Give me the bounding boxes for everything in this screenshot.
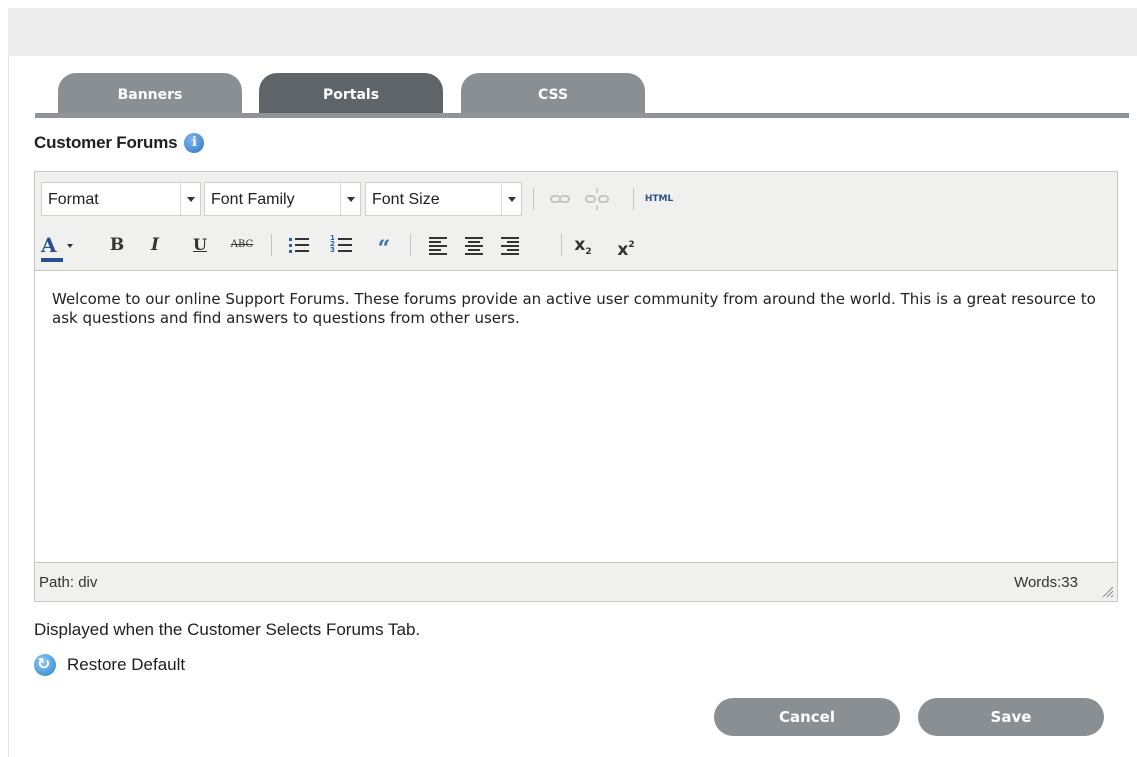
format-select[interactable]: Format xyxy=(41,182,201,216)
font-family-select-value: Font Family xyxy=(211,191,295,208)
superscript-button[interactable]: x2 xyxy=(615,232,637,260)
toolbar-separator xyxy=(533,188,534,210)
html-label: HTML xyxy=(644,194,674,204)
subscript-button[interactable]: x2 xyxy=(572,232,594,258)
editor-content-area[interactable]: Welcome to our online Support Forums. Th… xyxy=(35,272,1117,562)
bold-icon: B xyxy=(109,235,125,255)
toolbar-separator xyxy=(561,234,562,256)
bullet-list-button[interactable] xyxy=(286,232,312,258)
word-count: Words:33 xyxy=(1014,574,1078,591)
blockquote-icon: “ xyxy=(377,236,391,262)
strikethrough-icon: ABC xyxy=(230,239,254,250)
element-path: Path: div xyxy=(39,574,98,591)
chevron-down-icon[interactable] xyxy=(340,183,360,215)
font-color-button[interactable]: A xyxy=(41,232,75,262)
editor-toolbar: Format Font Family Font Size HTML A B I … xyxy=(35,172,1117,271)
resize-handle-icon[interactable] xyxy=(1100,584,1114,598)
align-right-button[interactable] xyxy=(499,232,521,258)
subscript-icon: x2 xyxy=(574,235,592,257)
align-left-button[interactable] xyxy=(427,232,449,258)
info-icon[interactable]: i xyxy=(184,133,205,153)
underline-button[interactable]: U xyxy=(189,232,211,258)
save-button[interactable]: Save xyxy=(918,698,1104,736)
italic-icon: I xyxy=(151,235,159,255)
rich-text-editor: Format Font Family Font Size HTML A B I … xyxy=(34,171,1118,602)
superscript-icon: x2 xyxy=(617,240,635,260)
toolbar-separator xyxy=(410,234,411,256)
frame-border xyxy=(8,56,9,757)
tab-css[interactable]: CSS xyxy=(461,73,645,113)
html-source-button[interactable]: HTML xyxy=(641,186,677,212)
chevron-down-icon[interactable] xyxy=(180,183,200,215)
unlink-icon[interactable] xyxy=(584,186,610,212)
tab-banners[interactable]: Banners xyxy=(58,73,242,113)
restore-icon xyxy=(34,653,56,676)
editor-statusbar: Path: div Words:33 xyxy=(35,562,1117,601)
font-color-swatch xyxy=(41,258,63,262)
font-size-select[interactable]: Font Size xyxy=(365,182,522,216)
restore-default-label: Restore Default xyxy=(67,655,186,674)
cancel-button[interactable]: Cancel xyxy=(714,698,900,736)
align-center-button[interactable] xyxy=(463,232,485,258)
bold-button[interactable]: B xyxy=(106,232,128,258)
tab-portals[interactable]: Portals xyxy=(259,73,443,113)
format-select-value: Format xyxy=(48,191,99,208)
helper-text: Displayed when the Customer Selects Foru… xyxy=(34,620,421,639)
font-size-select-value: Font Size xyxy=(372,191,440,208)
font-color-icon: A xyxy=(41,233,57,257)
numbered-list-button[interactable]: 1 2 3 xyxy=(329,232,355,258)
underline-icon: U xyxy=(193,235,207,254)
toolbar-separator xyxy=(633,188,634,210)
blockquote-button[interactable]: “ xyxy=(373,232,395,262)
toolbar-separator xyxy=(271,234,272,256)
strikethrough-button[interactable]: ABC xyxy=(228,232,256,258)
restore-default-link[interactable]: Restore Default xyxy=(34,653,186,676)
tab-underline xyxy=(35,113,1129,118)
font-family-select[interactable]: Font Family xyxy=(204,182,361,216)
italic-button[interactable]: I xyxy=(144,232,166,258)
section-title: Customer Forums xyxy=(34,133,178,152)
header-bar xyxy=(8,8,1137,56)
section-header: Customer Forums i xyxy=(34,133,205,153)
portal-settings-page: Banners Portals CSS Customer Forums i Fo… xyxy=(0,0,1137,757)
link-icon[interactable] xyxy=(548,186,572,212)
chevron-down-icon[interactable] xyxy=(501,183,521,215)
chevron-down-icon[interactable] xyxy=(67,244,73,248)
